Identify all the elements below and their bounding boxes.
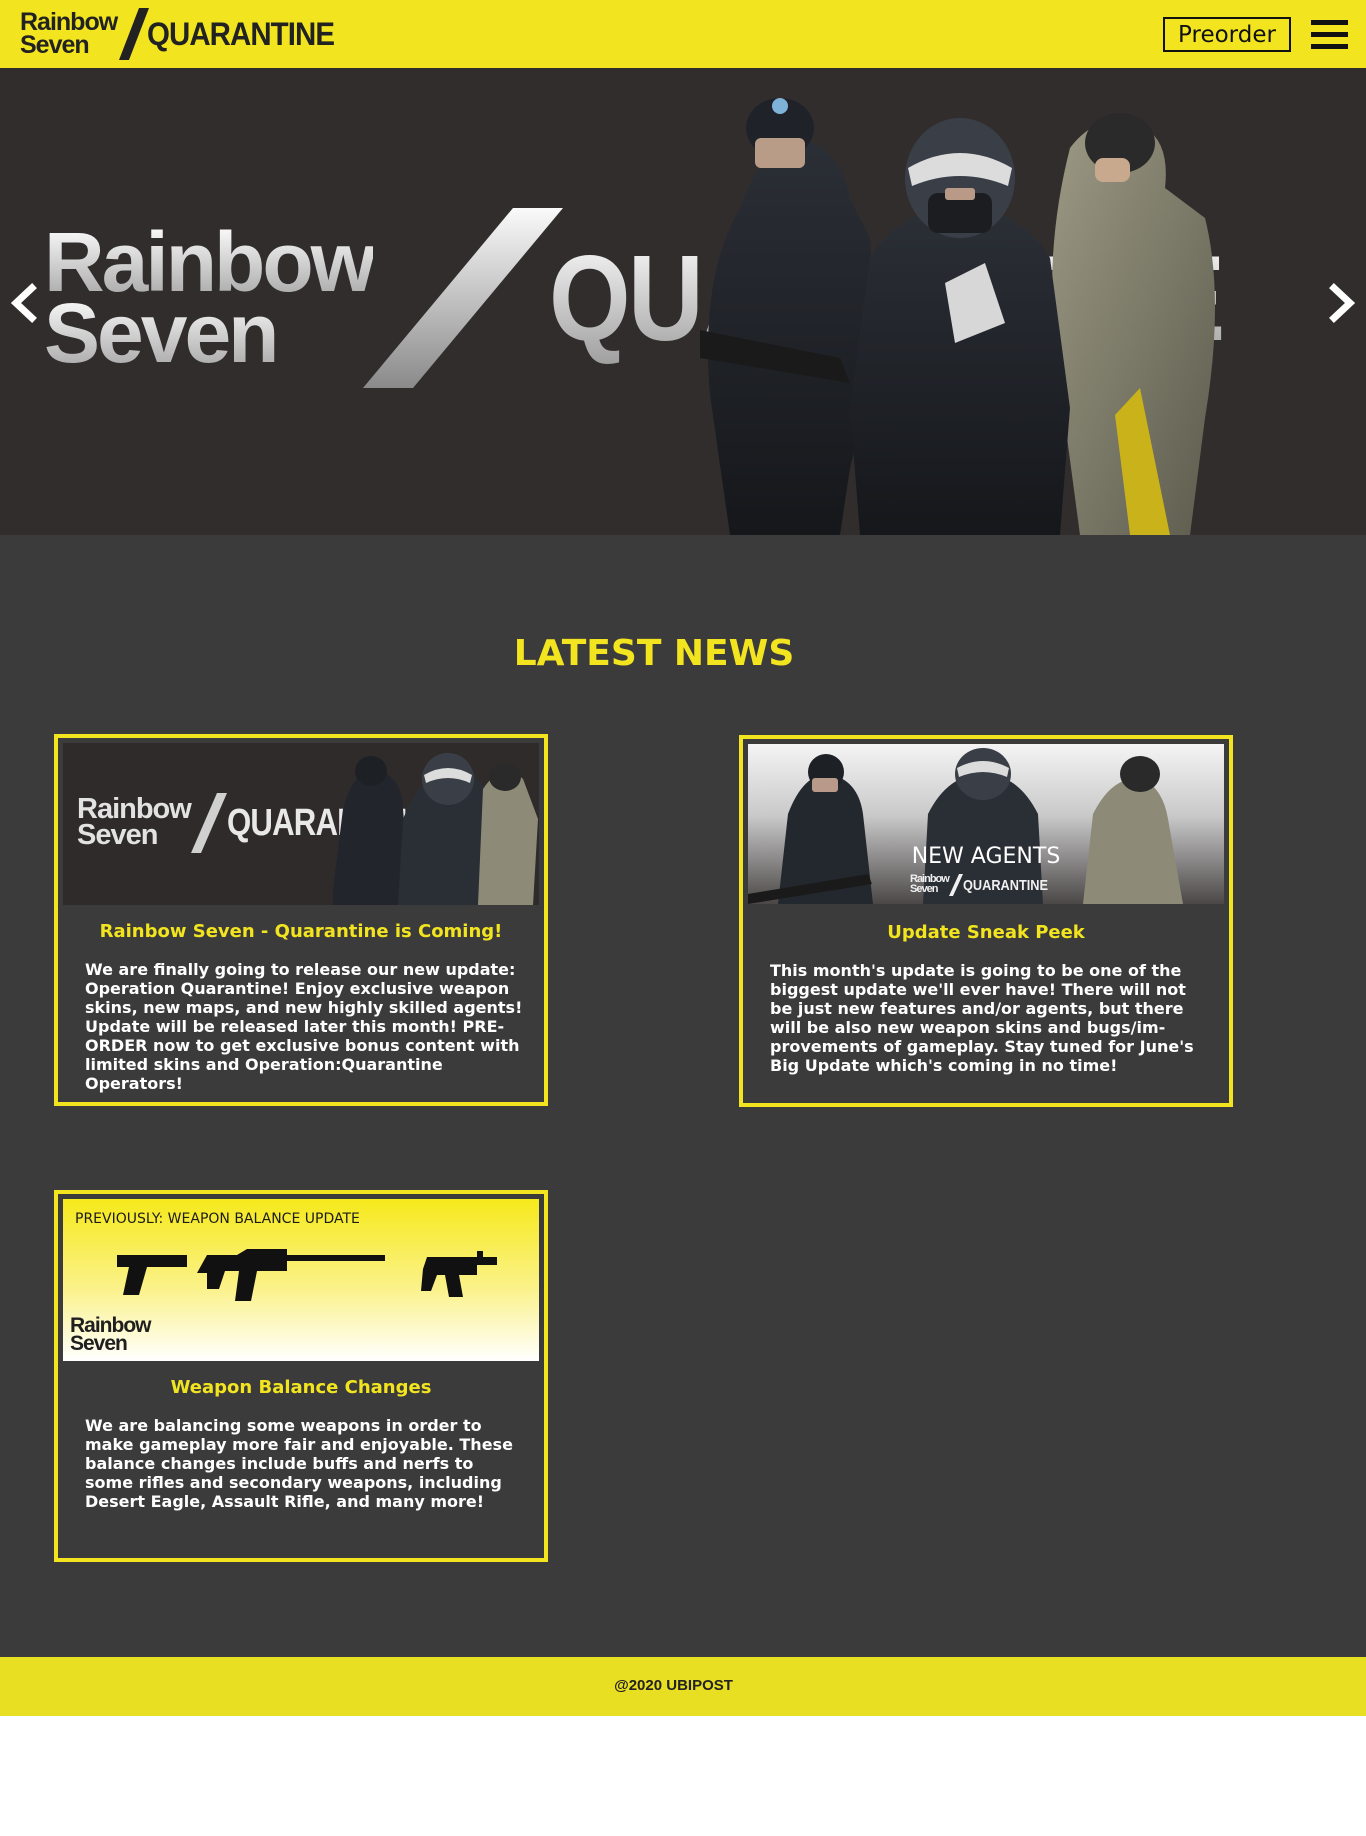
news-card[interactable]: NEW AGENTS Rainbow Seven QUARANTINE Upda…	[739, 735, 1233, 1107]
hamburger-menu-icon[interactable]	[1311, 20, 1348, 50]
hero-slash	[363, 208, 563, 388]
site-header: Rainbow Seven QUARANTINE Preorder	[0, 0, 1366, 68]
site-footer: @2020 UBIPOST	[0, 1657, 1366, 1716]
card-image-logo-word: QUARANTINE	[962, 876, 1048, 894]
card-image-logo-line-2: Seven	[77, 819, 158, 851]
site-logo[interactable]: Rainbow Seven QUARANTINE	[20, 8, 351, 60]
news-card-title: Rainbow Seven - Quarantine is Coming!	[99, 921, 503, 942]
hero-title-line-2: Seven	[44, 291, 373, 375]
card-image-slash	[948, 874, 963, 896]
chevron-left-icon[interactable]	[4, 278, 44, 328]
logo-slash	[119, 8, 150, 60]
card-image-logo: Rainbow Seven	[70, 1315, 151, 1356]
news-card-text: This month's update is going to be one o…	[770, 961, 1194, 1075]
news-card-title: Weapon Balance Changes	[170, 1377, 432, 1398]
logo-line-2: Seven	[20, 31, 90, 59]
section-title: LATEST NEWS	[513, 633, 795, 674]
news-card-image: NEW AGENTS Rainbow Seven QUARANTINE	[748, 744, 1224, 904]
card-image-logo-line-2: Seven	[910, 883, 938, 895]
weapon-update-caption: PREVIOUSLY: WEAPON BALANCE UPDATE	[75, 1211, 360, 1227]
card-image-slash	[190, 793, 227, 853]
new-agents-caption: NEW AGENTS	[911, 844, 1061, 869]
logo-text: Rainbow Seven	[20, 10, 118, 59]
news-card[interactable]: Rainbow Seven QUARANTINE Rainbow Seven -…	[54, 734, 548, 1106]
news-card-image: Rainbow Seven QUARANTINE	[63, 743, 539, 905]
hero-rainbow-seven: Rainbow Seven	[44, 219, 376, 375]
hero-banner: Rainbow Seven QUARANTINE	[0, 68, 1366, 535]
news-card[interactable]: PREVIOUSLY: WEAPON BALANCE UPDATE Rainbo…	[54, 1190, 548, 1562]
news-card-text: We are finally going to release our new …	[85, 960, 523, 1093]
preorder-button[interactable]: Preorder	[1163, 17, 1291, 52]
news-card-image: PREVIOUSLY: WEAPON BALANCE UPDATE Rainbo…	[63, 1199, 539, 1361]
copyright-text: @2020 UBIPOST	[614, 1677, 733, 1694]
chevron-right-icon[interactable]	[1322, 278, 1362, 328]
news-section: LATEST NEWS Rainbow Seven QUARANTINE Rai…	[0, 535, 1366, 1657]
news-card-text: We are balancing some weapons in order t…	[85, 1416, 513, 1511]
card-image-logo: Rainbow Seven QUARANTINE	[910, 874, 1063, 896]
news-card-title: Update Sneak Peek	[887, 922, 1085, 943]
card-image-logo-line-2: Seven	[70, 1332, 128, 1356]
operators-thumbnail	[333, 753, 538, 905]
weapons-silhouette	[117, 1249, 497, 1301]
logo-word: QUARANTINE	[147, 15, 335, 52]
operators-illustration	[700, 98, 1215, 535]
